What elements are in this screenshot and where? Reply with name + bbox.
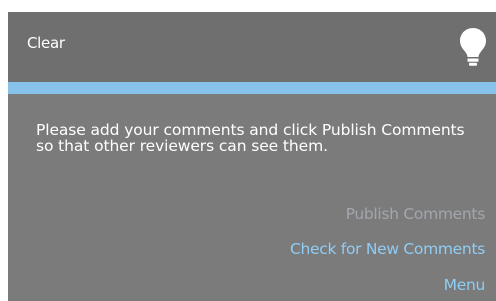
- clear-button[interactable]: Clear: [27, 34, 65, 52]
- lightbulb-icon[interactable]: [459, 27, 487, 67]
- menu-link[interactable]: Menu: [444, 276, 486, 294]
- publish-comments-link[interactable]: Publish Comments: [346, 205, 486, 223]
- instructions-text: Please add your comments and click Publi…: [36, 121, 465, 155]
- panel-header: Clear: [8, 12, 496, 82]
- comments-panel: Clear Please add your comments and click…: [8, 12, 496, 301]
- check-new-comments-link[interactable]: Check for New Comments: [290, 240, 485, 258]
- accent-bar: [8, 82, 496, 94]
